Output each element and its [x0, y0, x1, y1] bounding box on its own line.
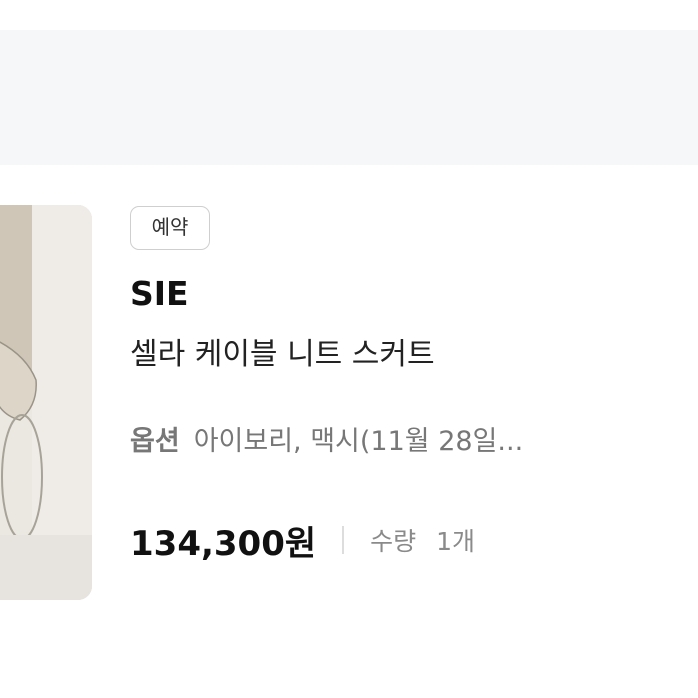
brand-name[interactable]: SIE [130, 272, 189, 316]
product-photo [0, 205, 92, 600]
price-row: 134,300원 수량 1개 [130, 516, 475, 564]
reservation-badge: 예약 [130, 206, 210, 250]
price-quantity-divider [342, 526, 345, 554]
option-value: 아이보리, 맥시(11월 28일... [193, 426, 524, 457]
product-title[interactable]: 셀라 케이블 니트 스커트 [130, 333, 435, 377]
quantity-value: 1개 [436, 527, 476, 556]
product-thumbnail[interactable] [0, 205, 92, 600]
option-row: 옵션 아이보리, 맥시(11월 28일... [130, 420, 670, 464]
top-banner-background [0, 30, 698, 165]
top-banner-area [0, 0, 698, 165]
product-price: 134,300원 [130, 523, 317, 564]
quantity-label: 수량 [370, 527, 417, 556]
option-label: 옵션 [130, 426, 180, 457]
